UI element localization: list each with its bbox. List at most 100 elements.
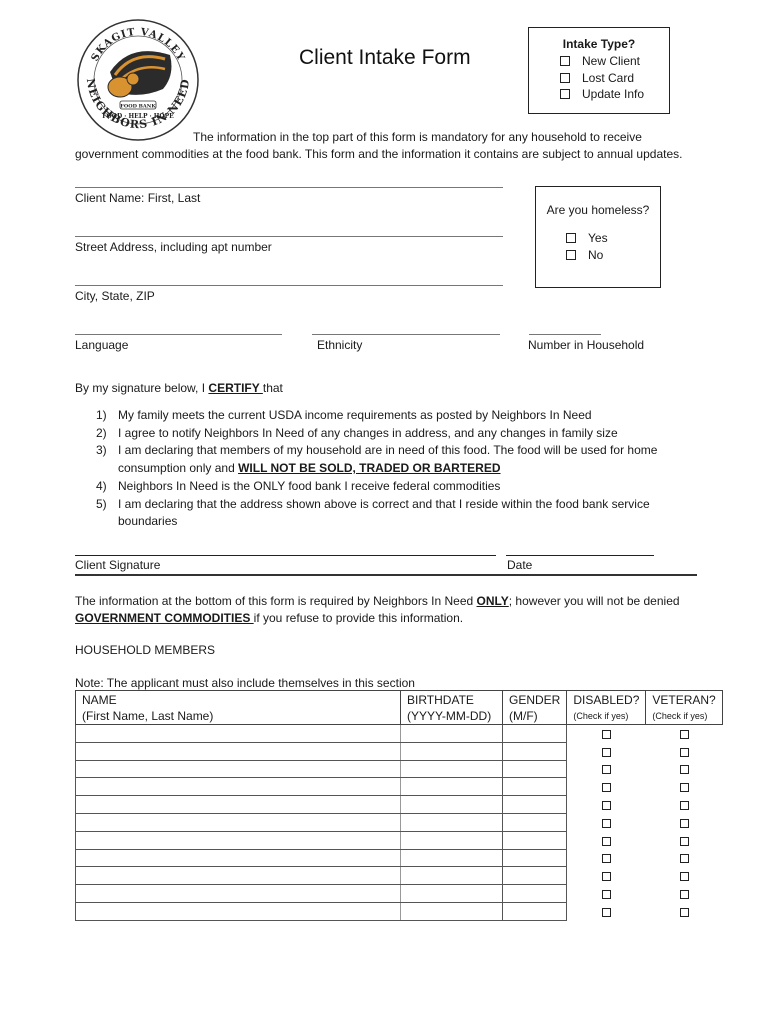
member-disabled-cell[interactable] [567, 725, 646, 743]
member-gender-cell[interactable] [502, 813, 568, 832]
intake-lost-card-option[interactable]: Lost Card [560, 71, 634, 85]
member-veteran-cell[interactable] [646, 831, 722, 849]
member-gender-cell[interactable] [502, 849, 568, 868]
certification-text: My family meets the current USDA income … [118, 408, 592, 422]
member-veteran-cell[interactable] [646, 725, 722, 743]
member-name-cell[interactable] [75, 742, 401, 761]
member-disabled-cell[interactable] [567, 849, 646, 867]
lost-card-checkbox[interactable] [560, 73, 570, 83]
member-birthdate-cell[interactable] [400, 795, 503, 814]
member-veteran-cell[interactable] [646, 760, 722, 778]
member-gender-cell[interactable] [502, 902, 568, 921]
member-gender-cell[interactable] [502, 795, 568, 814]
disabled-checkbox[interactable] [602, 783, 612, 793]
disabled-checkbox[interactable] [602, 729, 612, 739]
veteran-checkbox[interactable] [679, 907, 689, 917]
member-gender-cell[interactable] [502, 866, 568, 886]
member-birthdate-cell[interactable] [400, 760, 503, 779]
member-veteran-cell[interactable] [646, 742, 722, 760]
member-gender-cell[interactable] [502, 884, 568, 903]
member-birthdate-cell[interactable] [400, 813, 503, 832]
homeless-no-option[interactable]: No [566, 248, 603, 262]
certification-item: 1) My family meets the current USDA inco… [75, 407, 675, 425]
certification-list: 1) My family meets the current USDA inco… [75, 407, 675, 531]
member-disabled-cell[interactable] [567, 885, 646, 903]
member-veteran-cell[interactable] [646, 813, 722, 831]
veteran-checkbox[interactable] [679, 818, 689, 828]
update-info-checkbox[interactable] [560, 89, 570, 99]
member-disabled-cell[interactable] [567, 796, 646, 814]
veteran-checkbox[interactable] [679, 872, 689, 882]
member-name-cell[interactable] [75, 777, 401, 797]
certification-number: 1) [96, 408, 107, 422]
disabled-checkbox[interactable] [602, 765, 612, 775]
intake-update-info-option[interactable]: Update Info [560, 87, 644, 101]
veteran-checkbox[interactable] [679, 800, 689, 810]
disabled-checkbox[interactable] [602, 818, 612, 828]
member-veteran-cell[interactable] [646, 902, 722, 920]
member-gender-cell[interactable] [502, 742, 568, 761]
city-state-zip-input[interactable] [75, 285, 503, 286]
member-name-cell[interactable] [75, 760, 401, 779]
member-disabled-cell[interactable] [567, 902, 646, 920]
member-gender-cell[interactable] [502, 831, 568, 850]
member-veteran-cell[interactable] [646, 885, 722, 903]
ethnicity-input[interactable] [312, 334, 500, 335]
member-disabled-cell[interactable] [567, 867, 646, 885]
member-birthdate-cell[interactable] [400, 884, 503, 903]
disabled-checkbox[interactable] [602, 854, 612, 864]
date-input[interactable] [506, 555, 654, 556]
household-count-input[interactable] [529, 334, 601, 335]
member-name-cell[interactable] [75, 795, 401, 814]
member-gender-cell[interactable] [502, 724, 568, 743]
member-birthdate-cell[interactable] [400, 849, 503, 868]
member-veteran-cell[interactable] [646, 849, 722, 867]
new-client-checkbox[interactable] [560, 56, 570, 66]
client-signature-input[interactable] [75, 555, 496, 556]
member-name-cell[interactable] [75, 866, 401, 886]
disabled-checkbox[interactable] [602, 836, 612, 846]
member-gender-cell[interactable] [502, 777, 568, 797]
disabled-checkbox[interactable] [602, 889, 612, 899]
veteran-checkbox[interactable] [679, 765, 689, 775]
member-name-cell[interactable] [75, 813, 401, 832]
member-birthdate-cell[interactable] [400, 724, 503, 743]
member-gender-cell[interactable] [502, 760, 568, 779]
member-birthdate-cell[interactable] [400, 831, 503, 850]
disabled-checkbox[interactable] [602, 747, 612, 757]
member-disabled-cell[interactable] [567, 813, 646, 831]
street-address-input[interactable] [75, 236, 503, 237]
member-name-cell[interactable] [75, 902, 401, 921]
veteran-checkbox[interactable] [679, 747, 689, 757]
member-disabled-cell[interactable] [567, 778, 646, 796]
member-name-cell[interactable] [75, 849, 401, 868]
homeless-yes-option[interactable]: Yes [566, 231, 608, 245]
language-input[interactable] [75, 334, 282, 335]
disabled-checkbox[interactable] [602, 907, 612, 917]
homeless-yes-checkbox[interactable] [566, 233, 576, 243]
member-birthdate-cell[interactable] [400, 742, 503, 761]
veteran-checkbox[interactable] [679, 836, 689, 846]
member-disabled-cell[interactable] [567, 742, 646, 760]
veteran-checkbox[interactable] [679, 783, 689, 793]
member-name-cell[interactable] [75, 884, 401, 903]
disabled-checkbox[interactable] [602, 872, 612, 882]
homeless-no-checkbox[interactable] [566, 250, 576, 260]
member-disabled-cell[interactable] [567, 760, 646, 778]
member-name-cell[interactable] [75, 831, 401, 850]
member-birthdate-cell[interactable] [400, 777, 503, 797]
intake-new-client-option[interactable]: New Client [560, 54, 640, 68]
veteran-checkbox[interactable] [679, 854, 689, 864]
member-birthdate-cell[interactable] [400, 866, 503, 886]
client-name-input[interactable] [75, 187, 503, 188]
veteran-checkbox[interactable] [679, 729, 689, 739]
intake-type-heading: Intake Type? [562, 37, 636, 51]
member-disabled-cell[interactable] [567, 831, 646, 849]
member-veteran-cell[interactable] [646, 796, 722, 814]
member-veteran-cell[interactable] [646, 778, 722, 796]
member-birthdate-cell[interactable] [400, 902, 503, 921]
disabled-checkbox[interactable] [602, 800, 612, 810]
member-name-cell[interactable] [75, 724, 401, 743]
member-veteran-cell[interactable] [646, 867, 722, 885]
veteran-checkbox[interactable] [679, 889, 689, 899]
